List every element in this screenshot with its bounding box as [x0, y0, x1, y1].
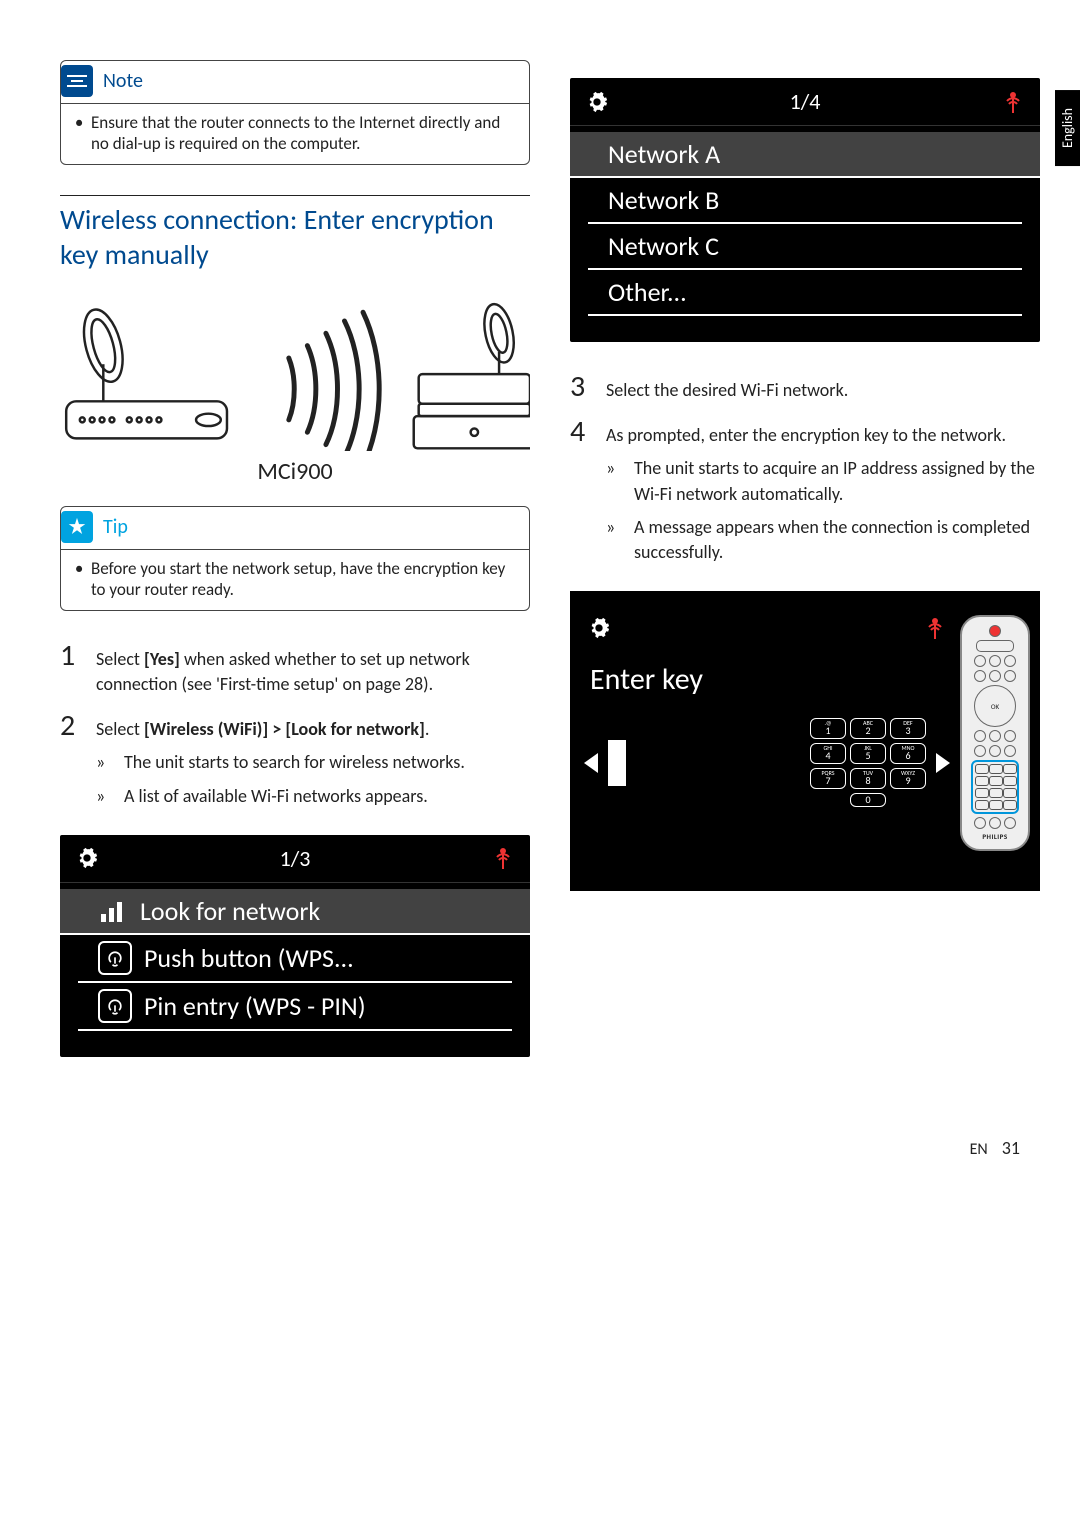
footer-language: EN: [970, 1140, 988, 1159]
keypad-key[interactable]: TUV8: [850, 768, 886, 789]
language-tab: English: [1055, 90, 1080, 166]
menu-item-look-for-network[interactable]: Look for network: [60, 889, 530, 935]
network-list-screen: 1/4 Network A Network B Network C Other.…: [570, 78, 1040, 342]
step-number: 2: [60, 711, 82, 817]
wps-icon: [98, 941, 132, 975]
gear-icon: [74, 845, 100, 871]
keypad-key[interactable]: 0: [850, 793, 886, 808]
remote-control-illustration: OK PHILIPS: [960, 615, 1030, 851]
wifi-signal-icon: [922, 615, 948, 641]
result-arrow-icon: »: [96, 750, 114, 775]
keypad-key[interactable]: ABC2: [850, 718, 886, 739]
network-item-other[interactable]: Other...: [588, 270, 1022, 316]
left-column: Note Ensure that the router connects to …: [60, 60, 530, 1087]
network-label: Other...: [608, 276, 687, 308]
step-body: As prompted, enter the encryption key to…: [606, 417, 1040, 573]
gear-icon: [584, 89, 610, 115]
step-number: 1: [60, 641, 82, 697]
menu-item-label: Pin entry (WPS - PIN): [144, 990, 366, 1022]
network-label: Network B: [608, 184, 719, 216]
network-item-a[interactable]: Network A: [570, 132, 1040, 178]
keypad-key[interactable]: JKL5: [850, 743, 886, 764]
tip-title: Tip: [103, 515, 128, 539]
network-item-b[interactable]: Network B: [588, 178, 1022, 224]
menu-item-label: Look for network: [140, 895, 320, 927]
device-label: MCi900: [60, 457, 530, 486]
result-arrow-icon: »: [606, 515, 624, 565]
step-body: Select [Wireless (WiFi)] > [Look for net…: [96, 711, 530, 817]
note-callout: Note Ensure that the router connects to …: [60, 60, 530, 165]
onscreen-keypad[interactable]: .@1 ABC2 DEF3 GHI4 JKL5 MNO6 PQRS7 TUV8 …: [810, 718, 926, 807]
step-body: Select [Yes] when asked whether to set u…: [96, 641, 530, 697]
note-body: Ensure that the router connects to the I…: [91, 112, 515, 154]
tip-icon: [61, 511, 93, 543]
network-label: Network C: [608, 230, 719, 262]
result-arrow-icon: »: [96, 784, 114, 809]
step-number: 3: [570, 372, 592, 403]
note-title: Note: [103, 69, 143, 93]
wifi-signal-icon: [1000, 89, 1026, 115]
keypad-key[interactable]: WXYZ9: [890, 768, 926, 789]
text-cursor: [608, 740, 626, 786]
gear-icon: [586, 615, 612, 641]
connection-diagram: [60, 290, 530, 451]
step-body: Select the desired Wi-Fi network.: [606, 372, 1040, 403]
menu-item-label: Push button (WPS...: [144, 942, 354, 974]
network-item-c[interactable]: Network C: [588, 224, 1022, 270]
wifi-method-screen: 1/3 Look for network Push button (WPS...…: [60, 835, 530, 1057]
menu-item-wps-pin[interactable]: Pin entry (WPS - PIN): [78, 983, 512, 1031]
right-column: 1/4 Network A Network B Network C Other.…: [570, 60, 1040, 1087]
page-footer: EN 31: [0, 1127, 1080, 1189]
footer-page-number: 31: [1002, 1137, 1020, 1159]
keypad-key[interactable]: .@1: [810, 718, 846, 739]
remote-brand: PHILIPS: [982, 832, 1007, 841]
tip-callout: Tip Before you start the network setup, …: [60, 506, 530, 611]
enter-key-title: Enter key: [580, 661, 954, 698]
result-arrow-icon: »: [606, 456, 624, 506]
router-svg: [60, 290, 530, 451]
tip-body: Before you start the network setup, have…: [91, 558, 515, 600]
network-label: Network A: [608, 138, 720, 170]
screen-counter: 1/4: [610, 88, 1000, 115]
section-heading: Wireless connection: Enter encryption ke…: [60, 195, 530, 272]
nav-right-icon[interactable]: [936, 753, 950, 773]
signal-bars-icon: [98, 896, 128, 926]
screen-counter: 1/3: [100, 845, 490, 872]
wifi-signal-icon: [490, 845, 516, 871]
nav-left-icon[interactable]: [584, 753, 598, 773]
enter-key-input-row[interactable]: .@1 ABC2 DEF3 GHI4 JKL5 MNO6 PQRS7 TUV8 …: [580, 718, 954, 807]
wps-icon: [98, 989, 132, 1023]
remote-keypad-highlight: [971, 760, 1019, 814]
note-icon: [61, 65, 93, 97]
enter-key-screen: Enter key .@1 ABC2 DEF3 GHI4 JKL5 MNO6 P…: [570, 591, 1040, 891]
keypad-key[interactable]: GHI4: [810, 743, 846, 764]
keypad-key[interactable]: DEF3: [890, 718, 926, 739]
menu-item-wps-push[interactable]: Push button (WPS...: [78, 935, 512, 983]
steps-left: 1 Select [Yes] when asked whether to set…: [60, 641, 530, 817]
keypad-key[interactable]: MNO6: [890, 743, 926, 764]
keypad-key[interactable]: PQRS7: [810, 768, 846, 789]
step-number: 4: [570, 417, 592, 573]
steps-right: 3 Select the desired Wi-Fi network. 4 As…: [570, 372, 1040, 573]
